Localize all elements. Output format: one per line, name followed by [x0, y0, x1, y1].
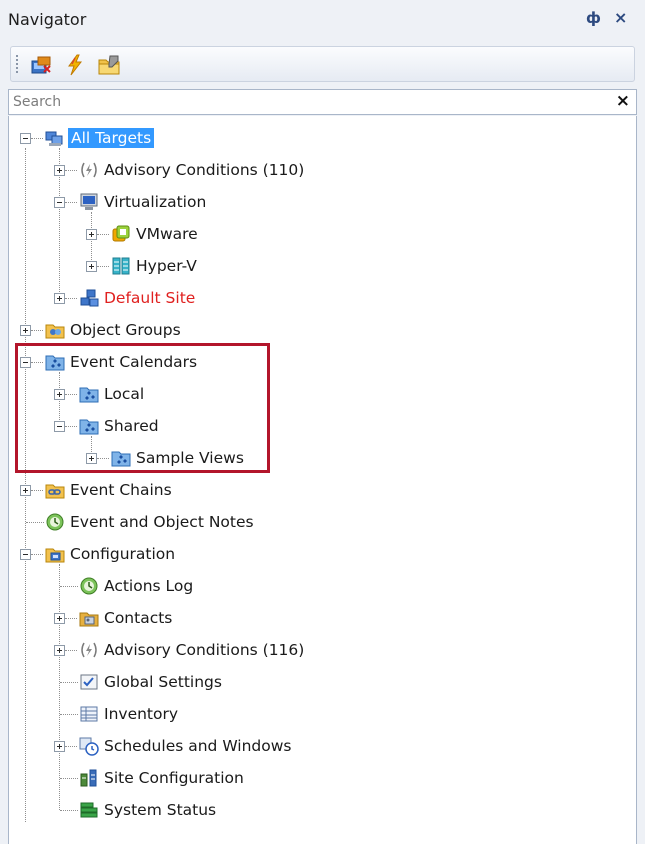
- expand-toggle-advisory-110[interactable]: [54, 165, 65, 176]
- tree-node-label: Hyper-V: [136, 257, 197, 275]
- tree-node-label: Default Site: [104, 289, 196, 307]
- schedule-icon: [79, 737, 99, 756]
- lightning-icon: [68, 54, 83, 76]
- hyperv-icon: [112, 257, 130, 275]
- navigator-toolbar: [10, 46, 635, 82]
- tree-node-label: All Targets: [68, 128, 155, 148]
- tree-node-label: Event and Object Notes: [70, 513, 254, 531]
- tree-node-label: Global Settings: [104, 673, 222, 691]
- contacts-icon: [79, 612, 99, 627]
- tree-node-label: Object Groups: [70, 321, 181, 339]
- expand-toggle-vmware[interactable]: [86, 229, 97, 240]
- monitor-icon: [80, 193, 98, 210]
- tree-node-label: Advisory Conditions (116): [104, 641, 305, 659]
- new-targets-button[interactable]: [29, 53, 53, 77]
- event-chains-icon: [45, 484, 65, 499]
- expand-toggle-default-site[interactable]: [54, 293, 65, 304]
- site-icon: [80, 289, 99, 307]
- site-config-icon: [80, 769, 97, 787]
- folder-edit-button[interactable]: [97, 53, 121, 77]
- tree-node-label: System Status: [104, 801, 217, 819]
- object-groups-icon: [45, 324, 65, 339]
- pin-icon[interactable]: ф: [586, 9, 601, 27]
- actions-log-icon: [80, 577, 98, 595]
- panel-titlebar: Navigator ф ×: [0, 0, 645, 40]
- tree-node-label: Inventory: [104, 705, 179, 723]
- tree-node-label: Configuration: [70, 545, 176, 563]
- expand-toggle-object-groups[interactable]: [20, 325, 31, 336]
- navigator-tree: All Targets Advisory Conditions (110) Vi…: [8, 116, 637, 844]
- tree-node-label: Advisory Conditions (110): [104, 161, 305, 179]
- tree-connector: [59, 564, 60, 810]
- expand-toggle-event-chains[interactable]: [20, 485, 31, 496]
- tree-node-label: VMware: [136, 225, 198, 243]
- advisory-icon: [81, 642, 97, 658]
- folder-edit-icon: [98, 55, 120, 75]
- system-status-icon: [80, 802, 98, 818]
- search-input[interactable]: [13, 92, 603, 112]
- all-targets-icon: [45, 131, 63, 146]
- tree-node-label: Site Configuration: [104, 769, 244, 787]
- advisory-icon: [81, 162, 97, 178]
- close-icon[interactable]: ×: [614, 8, 627, 27]
- inventory-icon: [80, 706, 98, 722]
- collapse-toggle-all-targets[interactable]: [20, 133, 31, 144]
- tree-node-label: Contacts: [104, 609, 173, 627]
- vmware-icon: [112, 225, 130, 242]
- notes-icon: [46, 513, 64, 531]
- tree-node-label: Virtualization: [104, 193, 207, 211]
- tree-node-label: Schedules and Windows: [104, 737, 292, 755]
- annotation-highlight-box: [15, 343, 270, 473]
- toolbar-grip[interactable]: [16, 55, 18, 75]
- tree-node-label: Actions Log: [104, 577, 194, 595]
- collapse-toggle-configuration[interactable]: [20, 549, 31, 560]
- expand-toggle-advisory-116[interactable]: [54, 645, 65, 656]
- navigator-panel: Navigator ф × Search × All Targets Advis…: [0, 0, 645, 844]
- configuration-icon: [45, 548, 65, 563]
- expand-toggle-contacts[interactable]: [54, 613, 65, 624]
- search-box: ×: [8, 89, 637, 115]
- collapse-toggle-virtualization[interactable]: [54, 197, 65, 208]
- expand-toggle-hyperv[interactable]: [86, 261, 97, 272]
- clear-search-icon[interactable]: ×: [616, 91, 630, 111]
- expand-toggle-schedules[interactable]: [54, 741, 65, 752]
- panel-title: Navigator: [8, 10, 87, 29]
- tree-node-label: Event Chains: [70, 481, 172, 499]
- new-targets-icon: [31, 56, 51, 74]
- global-settings-icon: [80, 674, 98, 690]
- lightning-button[interactable]: [63, 53, 87, 77]
